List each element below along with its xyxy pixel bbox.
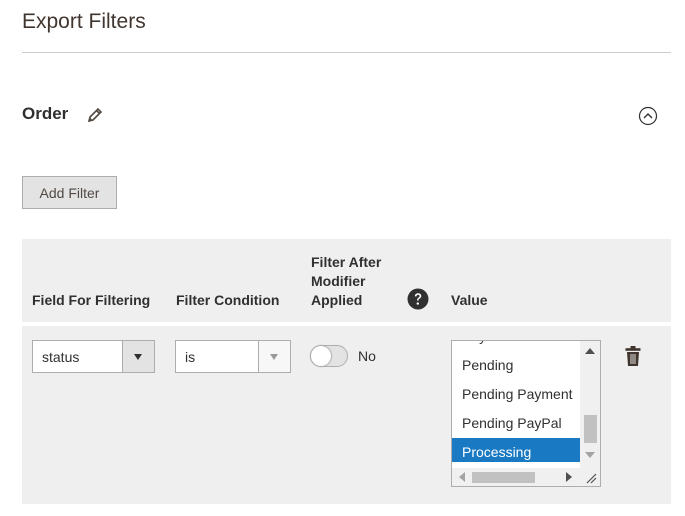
modifier-toggle[interactable] (310, 345, 348, 367)
vertical-scroll-thumb[interactable] (584, 415, 597, 443)
value-option[interactable]: Pending Payment (452, 380, 580, 409)
value-options-list: Payment Review Pending Pending Payment P… (452, 341, 580, 462)
collapse-circle-up-icon[interactable] (638, 106, 658, 126)
condition-select-toggle[interactable] (258, 341, 290, 372)
field-select-toggle[interactable] (122, 341, 154, 372)
value-option[interactable]: Pending (452, 351, 580, 380)
scroll-up-icon[interactable] (585, 347, 595, 355)
value-option[interactable]: Payment Review (452, 341, 580, 351)
question-mark-icon[interactable] (407, 288, 429, 310)
section-title: Order (22, 104, 69, 123)
value-multiselect[interactable]: Payment Review Pending Pending Payment P… (451, 340, 601, 487)
pencil-icon[interactable] (86, 106, 104, 124)
field-select[interactable]: status (32, 340, 155, 373)
scroll-down-icon[interactable] (585, 451, 595, 459)
title-divider (22, 52, 671, 53)
toggle-knob (311, 346, 331, 366)
condition-select[interactable]: is (175, 340, 291, 373)
column-header-modifier-line3: Applied (311, 292, 363, 308)
trash-icon[interactable] (624, 345, 642, 367)
modifier-toggle-label: No (358, 348, 376, 364)
scroll-left-icon[interactable] (458, 472, 466, 482)
column-header-field: Field For Filtering (32, 292, 151, 308)
chevron-down-icon (134, 354, 142, 360)
column-header-modifier-line2: Modifier (311, 273, 366, 289)
value-option-selected[interactable]: Processing (452, 438, 580, 462)
page-title: Export Filters (22, 10, 146, 33)
scroll-right-icon[interactable] (565, 472, 573, 482)
horizontal-scroll-thumb[interactable] (472, 472, 535, 483)
resize-grip-icon (586, 473, 597, 484)
vertical-scrollbar[interactable] (580, 341, 600, 468)
column-header-value: Value (451, 292, 488, 308)
horizontal-scrollbar[interactable] (452, 468, 580, 486)
field-select-value: status (42, 349, 80, 365)
add-filter-button[interactable]: Add Filter (22, 176, 117, 209)
condition-select-value: is (185, 349, 196, 365)
resize-grip[interactable] (580, 468, 600, 486)
chevron-down-icon (270, 354, 278, 360)
column-header-condition: Filter Condition (176, 292, 280, 308)
value-option[interactable]: Pending PayPal (452, 409, 580, 438)
column-header-modifier-line1: Filter After (311, 254, 382, 270)
